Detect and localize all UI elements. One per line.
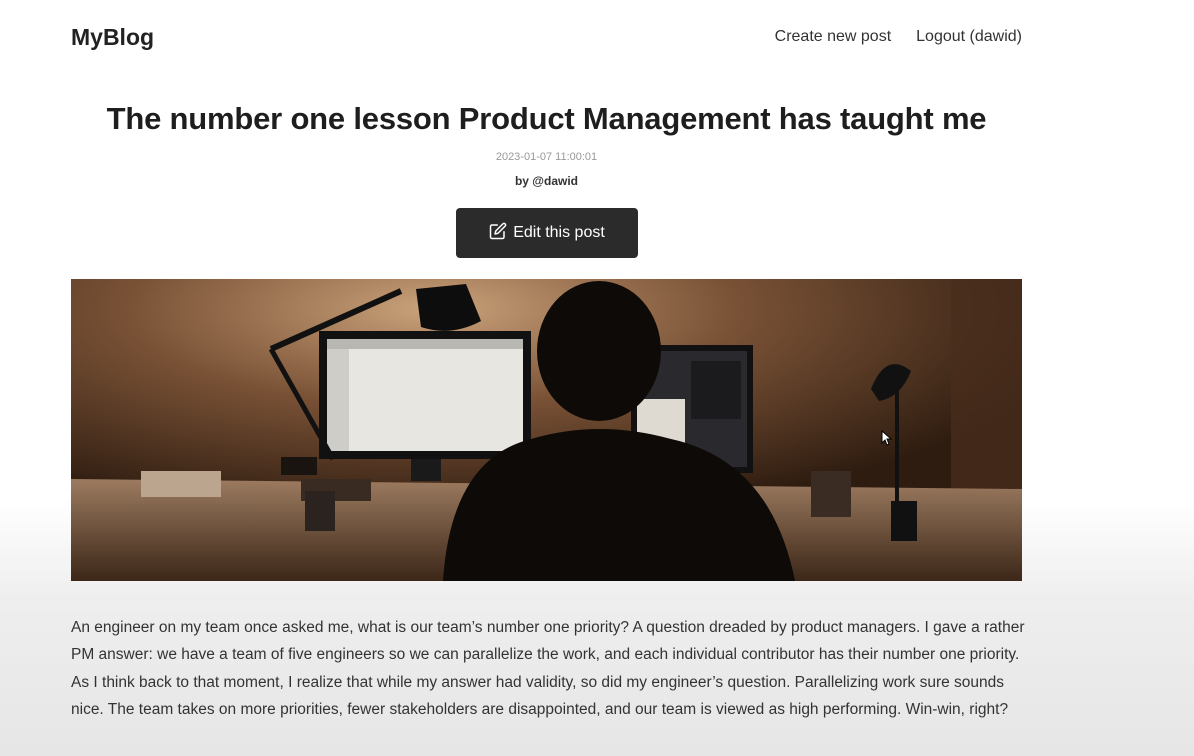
post-author: by @dawid	[514, 174, 579, 188]
post-date: 2023-01-07 11:00:01	[495, 151, 598, 163]
edit-post-button[interactable]: Edit this post	[456, 208, 638, 258]
logout-link[interactable]: Logout (dawid)	[916, 28, 1022, 46]
edit-icon	[489, 222, 507, 245]
top-nav: Create new post Logout (dawid)	[775, 28, 1022, 46]
edit-post-label: Edit this post	[513, 224, 605, 241]
post-body: An engineer on my team once asked me, wh…	[71, 619, 1025, 719]
site-brand[interactable]: MyBlog	[71, 24, 154, 51]
post-title: The number one lesson Product Management…	[106, 101, 987, 136]
mouse-pointer-icon	[881, 430, 893, 446]
post-hero-image	[71, 279, 1022, 581]
create-post-link[interactable]: Create new post	[775, 28, 892, 46]
